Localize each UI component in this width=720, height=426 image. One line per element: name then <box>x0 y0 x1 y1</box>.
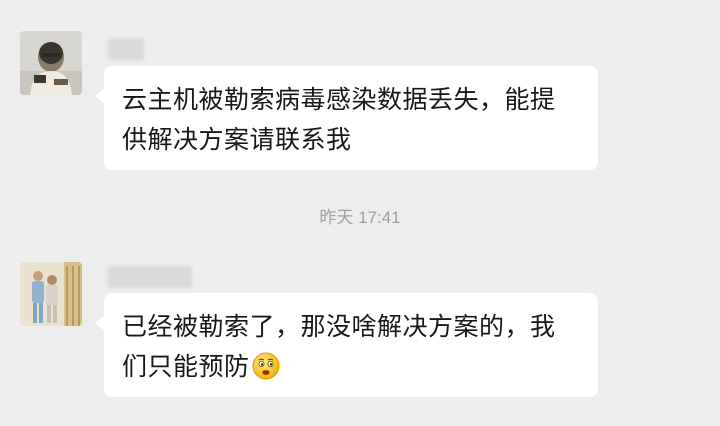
avatar[interactable] <box>20 262 82 326</box>
avatar[interactable] <box>20 31 82 95</box>
sender-name <box>108 266 192 288</box>
message-bubble[interactable]: 云主机被勒索病毒感染数据丢失，能提 供解决方案请联系我 <box>95 66 598 170</box>
message-text: 已经被勒索了，那没啥解决方案的，我 <box>122 312 556 341</box>
message-bubble[interactable]: 已经被勒索了，那没啥解决方案的，我 们只能预防 <box>95 293 598 397</box>
message-text: 供解决方案请联系我 <box>122 125 352 154</box>
message-text: 云主机被勒索病毒感染数据丢失，能提 <box>122 85 556 114</box>
thinking-face-emoji-icon <box>252 352 280 380</box>
sender-name <box>108 38 144 60</box>
timestamp: 昨天 17:41 <box>319 208 401 227</box>
message-text: 们只能预防 <box>122 352 250 381</box>
